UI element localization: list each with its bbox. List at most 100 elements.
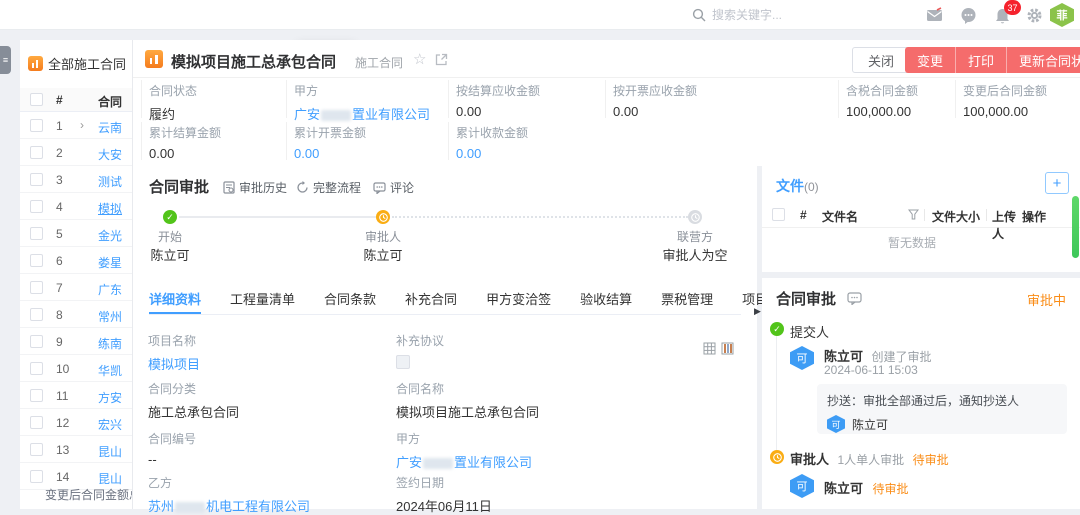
change-button[interactable]: 变更	[905, 47, 955, 73]
list-panel-title: 全部施工合同	[28, 54, 126, 73]
table-row[interactable]: 3测试	[20, 166, 133, 193]
approval-history-link[interactable]: 审批历史	[223, 179, 287, 196]
row-checkbox[interactable]	[30, 443, 43, 456]
row-name-link[interactable]: 昆山	[98, 470, 122, 487]
gear-icon[interactable]	[1026, 7, 1043, 24]
row-checkbox[interactable]	[30, 254, 43, 267]
row-name-link[interactable]: 宏兴	[98, 416, 122, 433]
user-avatar[interactable]: 菲	[1050, 3, 1074, 27]
global-search[interactable]: 搜索关键字...	[692, 6, 782, 23]
external-link-icon[interactable]	[435, 53, 448, 66]
table-row[interactable]: 6娄星	[20, 247, 133, 274]
field-label: 合同分类	[148, 380, 239, 397]
star-icon[interactable]: ☆	[413, 50, 426, 68]
col-action: 操作	[1022, 208, 1046, 225]
tab-detail[interactable]: 详细资料	[149, 283, 201, 314]
row-name-link[interactable]: 云南	[98, 119, 122, 136]
grid-view-icon[interactable]	[703, 342, 716, 355]
cc-person: 陈立可	[852, 416, 888, 433]
table-row[interactable]: 1›云南	[20, 112, 133, 139]
row-name-link[interactable]: 大安	[98, 146, 122, 163]
tab-supplement[interactable]: 补充合同	[405, 283, 457, 314]
tab-terms[interactable]: 合同条款	[324, 283, 376, 314]
row-checkbox[interactable]	[30, 173, 43, 186]
field-taxed-amount: 含税合同金额 100,000.00	[838, 80, 948, 118]
scrollbar-thumb[interactable]	[1072, 196, 1079, 258]
table-row[interactable]: 9练南	[20, 328, 133, 355]
row-checkbox[interactable]	[30, 200, 43, 213]
add-file-button[interactable]: +	[1045, 172, 1069, 194]
row-name-link[interactable]: 广东	[98, 281, 122, 298]
row-checkbox[interactable]	[30, 416, 43, 429]
field-project-name: 项目名称 模拟项目	[148, 332, 200, 373]
field-label: 合同状态	[149, 82, 278, 99]
table-row[interactable]: 12宏兴	[20, 409, 133, 436]
update-status-button[interactable]: 更新合同状态	[1006, 47, 1080, 73]
empty-state: 暂无数据	[762, 234, 1062, 251]
chat-icon[interactable]	[960, 7, 977, 24]
party-a-link[interactable]: 广安置业有限公司	[396, 452, 532, 471]
step-stage: 审批人	[333, 228, 433, 245]
approval-flow-panel: 合同审批 审批历史 完整流程 评论 ✓ 开始 陈立可 审批人 陈立可 联营方 审…	[133, 166, 757, 509]
supplement-checkbox[interactable]	[396, 355, 410, 369]
top-bar: 搜索关键字... 37 菲	[0, 0, 1080, 30]
table-row[interactable]: 11方安	[20, 382, 133, 409]
table-row[interactable]: 5 金光	[20, 220, 133, 247]
row-checkbox[interactable]	[30, 389, 43, 402]
party-a-link[interactable]: 广安置业有限公司	[294, 104, 441, 123]
row-checkbox[interactable]	[30, 308, 43, 321]
columns-view-icon[interactable]	[721, 342, 734, 355]
row-name-link[interactable]: 方安	[98, 389, 122, 406]
row-name-link[interactable]: 测试	[98, 173, 122, 190]
row-checkbox[interactable]	[30, 335, 43, 348]
mail-icon[interactable]	[926, 7, 943, 24]
row-index: 5	[56, 227, 63, 241]
divider	[986, 209, 987, 221]
party-b-link[interactable]: 苏州机电工程有限公司	[148, 496, 310, 515]
step-person: 陈立可	[120, 245, 220, 264]
tab-change-sign[interactable]: 甲方变洽签	[486, 283, 551, 314]
sidebar-collapse-handle[interactable]: ≡	[0, 46, 11, 74]
step-connector-solid	[179, 216, 376, 218]
comment-link[interactable]: 评论	[373, 179, 414, 196]
chevron-right-icon[interactable]: ›	[80, 118, 84, 132]
row-name-link[interactable]: 华凯	[98, 362, 122, 379]
row-checkbox[interactable]	[30, 281, 43, 294]
tab-tax[interactable]: 票税管理	[661, 283, 713, 314]
section-title: 合同审批	[149, 176, 209, 197]
row-checkbox[interactable]	[30, 470, 43, 483]
row-name-link[interactable]: 练南	[98, 335, 122, 352]
full-process-link[interactable]: 完整流程	[296, 179, 361, 196]
row-checkbox[interactable]	[30, 227, 43, 240]
table-row[interactable]: 13昆山	[20, 436, 133, 463]
tab-boq[interactable]: 工程量清单	[230, 283, 295, 314]
row-checkbox[interactable]	[30, 362, 43, 375]
row-checkbox[interactable]	[30, 146, 43, 159]
table-row[interactable]: 2大安	[20, 139, 133, 166]
row-checkbox[interactable]	[30, 119, 43, 132]
field-party-a: 甲方 广安置业有限公司	[396, 430, 532, 471]
filter-icon[interactable]	[908, 209, 919, 220]
row-name-link[interactable]: 模拟	[98, 200, 122, 217]
print-button[interactable]: 打印	[955, 47, 1006, 73]
field-value-link[interactable]: 0.00	[294, 146, 441, 161]
table-row-active[interactable]: 4模拟	[20, 193, 133, 220]
submitter-action: 创建了审批	[871, 350, 931, 364]
panel-collapse-caret[interactable]: ▶	[754, 306, 761, 317]
row-name-link[interactable]: 昆山	[98, 443, 122, 460]
divider	[924, 209, 925, 221]
comment-icon[interactable]	[847, 292, 862, 305]
table-row[interactable]: 10华凯	[20, 355, 133, 382]
contract-list-panel: 全部施工合同 # 合同 1›云南 2大安 3测试 4模拟 5金光 6娄星 7广东…	[20, 40, 133, 509]
table-row[interactable]: 7广东	[20, 274, 133, 301]
project-link[interactable]: 模拟项目	[148, 354, 200, 373]
select-all-checkbox[interactable]	[772, 208, 785, 221]
select-all-checkbox[interactable]	[30, 93, 43, 106]
row-name-link[interactable]: 娄星	[98, 254, 122, 271]
tab-acceptance[interactable]: 验收结算	[580, 283, 632, 314]
table-row[interactable]: 8常州	[20, 301, 133, 328]
row-name-link[interactable]: 金光	[98, 227, 122, 244]
close-button[interactable]: 关闭	[852, 47, 910, 73]
field-value-link[interactable]: 0.00	[456, 146, 598, 161]
row-name-link[interactable]: 常州	[98, 308, 122, 325]
